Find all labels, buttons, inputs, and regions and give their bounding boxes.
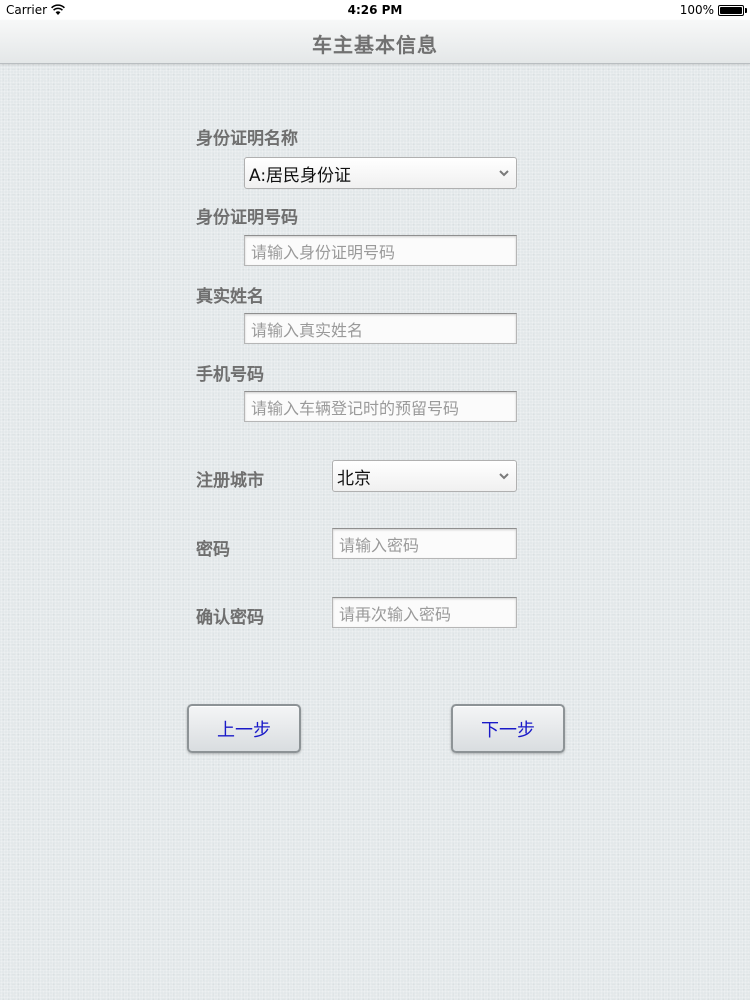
confirm-password-input[interactable]: 请再次输入密码 [332,597,517,628]
status-time: 4:26 PM [347,3,403,17]
chevron-down-icon [499,473,509,480]
id-number-label: 身份证明号码 [196,208,298,228]
city-value: 北京 [337,468,371,489]
navigation-bar: 车主基本信息 [0,20,750,64]
phone-placeholder: 请输入车辆登记时的预留号码 [251,398,460,418]
city-select[interactable]: 北京 [332,460,517,492]
real-name-label: 真实姓名 [196,287,264,307]
real-name-input[interactable]: 请输入真实姓名 [244,313,517,344]
status-bar: Carrier 4:26 PM 100% [0,0,750,20]
confirm-password-placeholder: 请再次输入密码 [339,604,452,624]
password-placeholder: 请输入密码 [339,535,420,555]
status-battery: 100% [679,3,747,17]
battery-percent: 100% [679,3,714,17]
id-type-select[interactable]: A:居民身份证 [244,157,517,189]
id-number-placeholder: 请输入身份证明号码 [251,242,396,262]
next-step-label: 下一步 [481,719,535,741]
battery-icon [718,4,747,16]
previous-step-button[interactable]: 上一步 [187,704,301,753]
real-name-placeholder: 请输入真实姓名 [251,320,364,340]
next-step-button[interactable]: 下一步 [451,704,565,753]
phone-label: 手机号码 [196,365,264,385]
chevron-down-icon [499,170,509,177]
city-label: 注册城市 [196,471,264,491]
password-input[interactable]: 请输入密码 [332,528,517,559]
password-label: 密码 [196,540,230,560]
phone-input[interactable]: 请输入车辆登记时的预留号码 [244,391,517,422]
id-number-input[interactable]: 请输入身份证明号码 [244,235,517,266]
confirm-password-label: 确认密码 [196,608,264,628]
id-type-label: 身份证明名称 [196,129,298,149]
page-title: 车主基本信息 [312,33,438,57]
id-type-value: A:居民身份证 [249,165,352,186]
previous-step-label: 上一步 [217,719,271,741]
